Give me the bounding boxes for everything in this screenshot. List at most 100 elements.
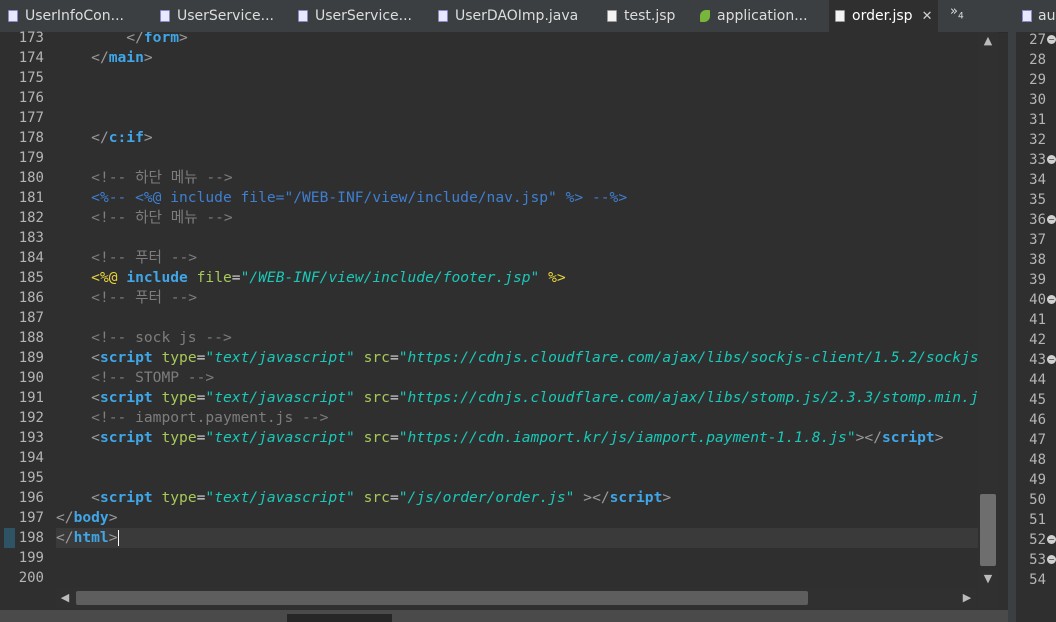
side-line-number: 40 [1029,292,1046,308]
bottom-panel-segment[interactable] [287,614,392,622]
line-number: 199 [18,550,44,566]
side-line-number: 46 [1029,412,1046,428]
line-number: 180 [18,170,44,186]
jsp-file-icon [835,10,845,22]
fold-collapse-icon[interactable]: − [1047,215,1056,224]
side-line-number: 35 [1029,192,1046,208]
code-line[interactable]: <!-- iamport.payment.js --> [56,408,328,428]
fold-collapse-icon[interactable]: − [1047,295,1056,304]
line-number: 189 [18,350,44,366]
horizontal-scrollbar[interactable]: ◀ ▶ [56,588,976,608]
side-line-number: 44 [1029,372,1046,388]
side-line-number: 42 [1029,332,1046,348]
tab-side-editor[interactable]: au [1016,0,1056,32]
line-number: 181 [18,190,44,206]
code-line[interactable]: <!-- 하단 메뉴 --> [56,168,233,188]
side-line-number: 29 [1029,72,1046,88]
side-line-number: 34 [1029,172,1046,188]
scroll-up-arrow-icon[interactable]: ▲ [978,32,998,50]
code-line[interactable]: <script type="text/javascript" src="/js/… [56,488,671,508]
code-editor[interactable]: 173 174 175 176 177 178 179 180 181 182 183 184 185 1… [0,30,998,608]
scroll-corner [978,588,998,608]
line-number: 185 [18,270,44,286]
bottom-panel-bar [0,610,1008,622]
fold-collapse-icon[interactable]: − [1047,535,1056,544]
side-line-number: 51 [1029,512,1046,528]
line-number: 178 [18,130,44,146]
line-number: 174 [18,50,44,66]
code-line[interactable]: <script type="text/javascript" src="http… [56,388,978,408]
code-line[interactable]: </c:if> [56,128,153,148]
line-number: 179 [18,150,44,166]
code-line[interactable]: <!-- 푸터 --> [56,288,197,308]
code-line[interactable]: <script type="text/javascript" src="http… [56,348,978,368]
side-line-number: 45 [1029,392,1046,408]
tab-1[interactable]: UserService... [160,0,274,32]
side-line-number: 43 [1029,352,1046,368]
tab-3[interactable]: UserDAOImp.java [438,0,578,32]
code-line[interactable]: <!-- STOMP --> [56,368,214,388]
scroll-right-arrow-icon[interactable]: ▶ [958,588,976,608]
tab-5[interactable]: application... [700,0,808,32]
tab-6[interactable]: order.jsp ✕ [829,0,939,32]
line-number: 188 [18,330,44,346]
tab-label: UserInfoCon... [25,8,124,24]
fold-collapse-icon[interactable]: − [1047,555,1056,564]
scroll-left-arrow-icon[interactable]: ◀ [56,588,74,608]
code-line[interactable]: <%@ include file="/WEB-INF/view/include/… [56,268,566,288]
tab-label: UserService... [315,8,413,24]
horizontal-scroll-thumb[interactable] [76,591,808,605]
vertical-scrollbar[interactable]: ▲ ▼ [978,32,998,588]
jsp-file-icon [607,10,617,22]
tab-overflow-button[interactable]: »4 [950,4,964,22]
code-area[interactable]: </form> </main> </c:if> <!-- 하단 메뉴 --> <… [56,32,978,588]
line-number: 173 [18,30,44,46]
vertical-scroll-thumb[interactable] [980,494,996,566]
spring-leaf-icon [700,10,710,22]
side-line-number: 54 [1029,572,1046,588]
code-line[interactable]: <!-- 하단 메뉴 --> [56,208,233,228]
side-line-number: 28 [1029,52,1046,68]
side-editor-pane[interactable]: 27−28 29 30 31 32 33−34 35 36−37 38 39 40−41 42 43−4… [1016,32,1056,622]
java-file-icon [160,10,170,22]
line-number: 177 [18,110,44,126]
tab-4[interactable]: test.jsp [607,0,675,32]
line-number: 193 [18,430,44,446]
tab-label: test.jsp [624,8,676,24]
line-number: 186 [18,290,44,306]
side-line-number: 49 [1029,472,1046,488]
side-line-number: 47 [1029,432,1046,448]
side-line-number: 37 [1029,232,1046,248]
fold-collapse-icon[interactable]: − [1047,355,1056,364]
tab-label: application... [717,8,808,24]
side-line-number: 39 [1029,272,1046,288]
line-number: 197 [18,510,44,526]
code-line[interactable]: </html> [56,528,978,548]
java-file-icon [298,10,308,22]
fold-collapse-icon[interactable]: − [1047,155,1056,164]
code-line[interactable]: <%-- <%@ include file="/WEB-INF/view/inc… [56,188,627,208]
line-number: 190 [18,370,44,386]
tab-2[interactable]: UserService... [298,0,412,32]
line-number: 187 [18,310,44,326]
code-line[interactable]: <!-- sock js --> [56,328,232,348]
fold-collapse-icon[interactable]: − [1047,35,1056,44]
code-line[interactable]: </main> [56,48,153,68]
pane-splitter[interactable] [1008,0,1016,622]
side-line-number: 33 [1029,152,1046,168]
line-number: 200 [18,570,44,586]
change-marker [4,528,15,548]
scroll-down-arrow-icon[interactable]: ▼ [978,570,998,588]
line-number: 175 [18,70,44,86]
side-line-number: 38 [1029,252,1046,268]
code-line[interactable]: <script type="text/javascript" src="http… [56,428,943,448]
line-number: 176 [18,90,44,106]
side-line-number: 36 [1029,212,1046,228]
code-line[interactable]: </body> [56,508,118,528]
code-line[interactable]: <!-- 푸터 --> [56,248,197,268]
side-line-number: 53 [1029,552,1046,568]
side-line-number: 32 [1029,132,1046,148]
code-line[interactable]: </form> [56,32,188,48]
java-file-icon [8,10,18,22]
close-icon[interactable]: ✕ [922,9,933,24]
